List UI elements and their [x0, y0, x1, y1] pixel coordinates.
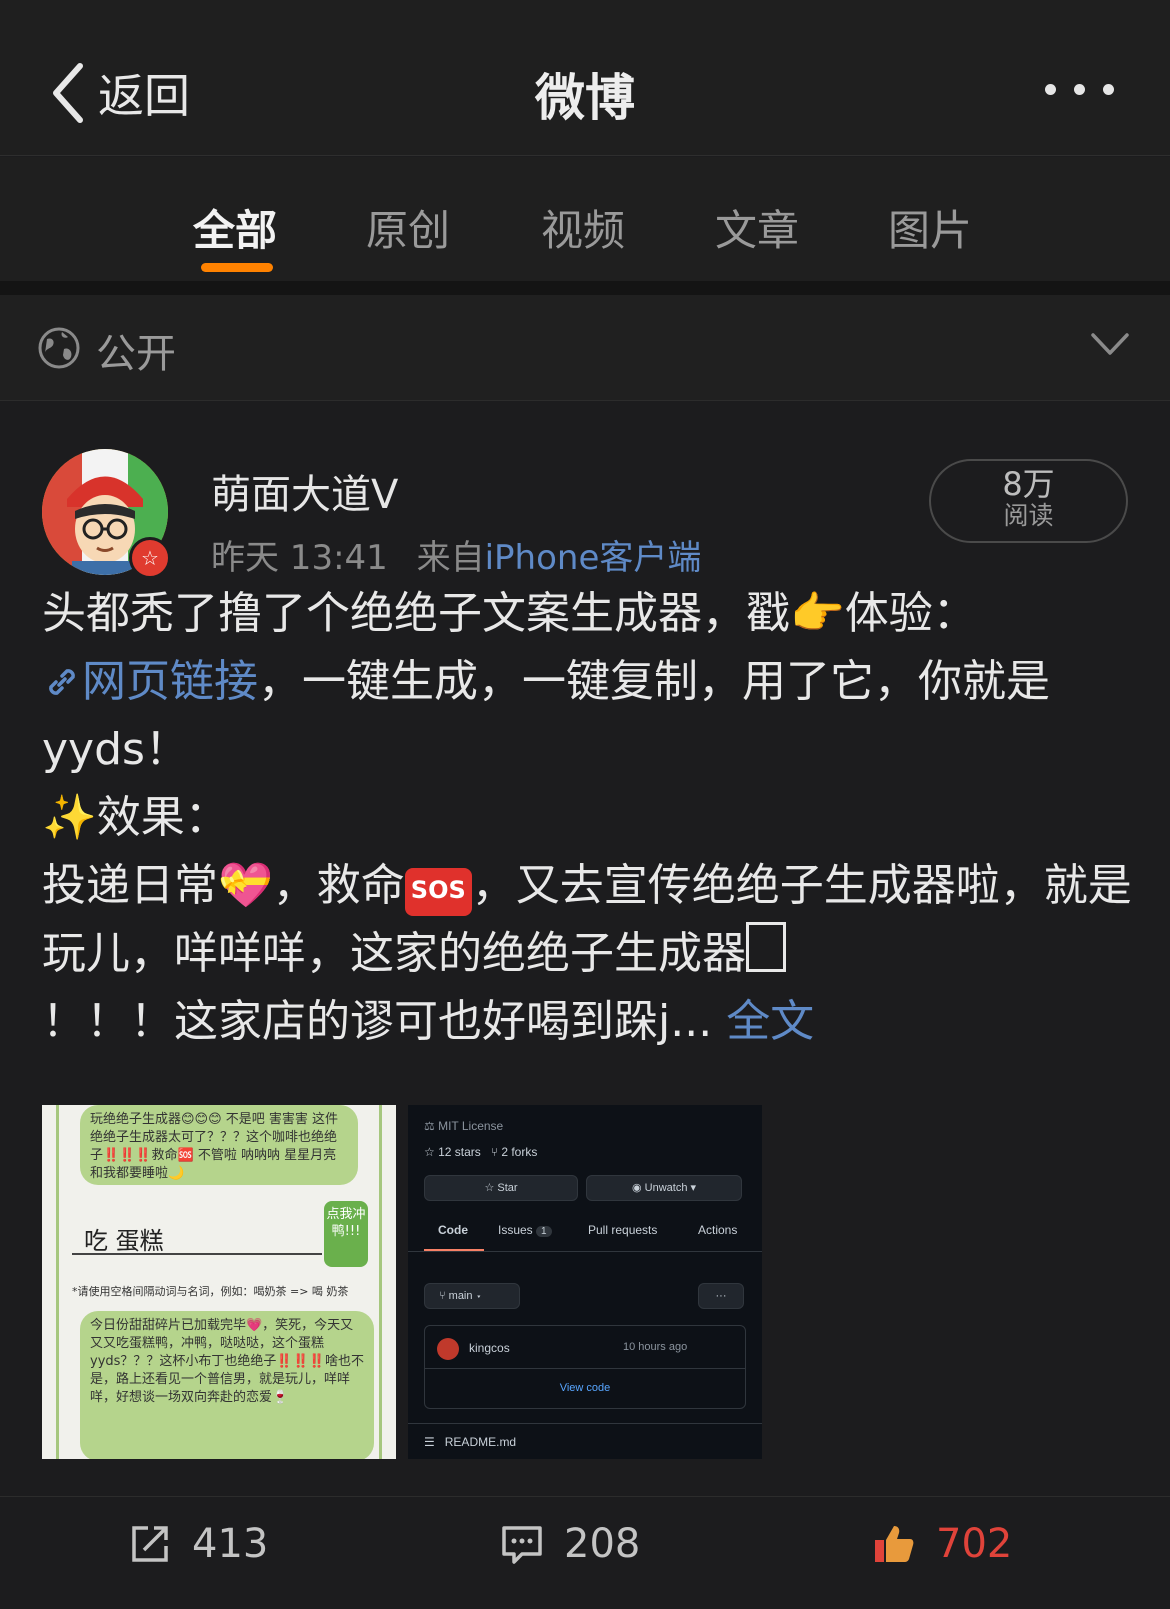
repost-icon: [132, 1526, 168, 1562]
post-image-1[interactable]: 玩绝绝子生成器😊😊😊 不是吧 害害害 这件绝绝子生成器太可了？？？这个咖啡也绝绝…: [42, 1105, 396, 1459]
thumbs-up-icon: [875, 1526, 914, 1562]
gh-tab-pulls: Pull requests: [588, 1223, 658, 1237]
read-count: 8万: [1002, 465, 1055, 503]
gh-tab-actions: Actions: [698, 1223, 738, 1237]
text-line: ！！！这家店的谬可也好喝到跺j...: [42, 996, 713, 1047]
commit-time: 10 hours ago: [623, 1341, 688, 1353]
text-line: 头都秃了撸了个绝绝子文案生成器，戳: [42, 588, 790, 639]
chat-bubble: 玩绝绝子生成器😊😊😊 不是吧 害害害 这件绝绝子生成器太可了？？？这个咖啡也绝绝…: [80, 1105, 358, 1185]
divider: [408, 1251, 762, 1252]
gh-tab-code: Code: [438, 1223, 468, 1237]
post-meta: 昨天 13:41 来自iPhone客户端: [211, 530, 701, 579]
post-actions: 413 208 702: [0, 1496, 1170, 1609]
hint-text: *请使用空格间隔动词与名词，例如：喝奶茶 => 喝 奶茶: [72, 1285, 349, 1298]
text-line: 体验：: [844, 588, 977, 639]
generate-button: 点我冲鸭!!!: [324, 1201, 368, 1267]
tab-video[interactable]: 视频: [541, 197, 625, 258]
read-label: 阅读: [1003, 501, 1054, 530]
more-button: ···: [698, 1283, 744, 1309]
tab-all[interactable]: 全部: [193, 197, 277, 258]
verified-badge: ☆: [129, 537, 171, 579]
sos-emoji: SOS: [404, 868, 472, 916]
visibility-selector[interactable]: 公开: [0, 295, 1170, 401]
comment-count: 208: [564, 1521, 641, 1567]
section-divider: [0, 281, 1170, 295]
active-tab-indicator: [201, 263, 273, 272]
like-count: 702: [936, 1521, 1013, 1567]
navbar: 返回 微博: [0, 0, 1170, 156]
link-icon: [49, 669, 75, 695]
text-line: 效果：: [96, 792, 229, 843]
divider: [408, 1423, 762, 1424]
full-text-link[interactable]: 全文: [726, 996, 814, 1047]
visibility-label: 公开: [96, 331, 176, 377]
tab-images[interactable]: 图片: [888, 197, 972, 258]
chat-bubble: 今日份甜甜碎片已加载完毕💗，笑死，今天又又又吃蛋糕鸭，冲鸭，哒哒哒，这个蛋糕yy…: [80, 1311, 374, 1459]
like-button[interactable]: 702: [872, 1521, 1012, 1567]
web-link[interactable]: 网页链接: [42, 656, 258, 707]
tab-article[interactable]: 文章: [715, 197, 799, 258]
sparkles-emoji: ✨: [42, 792, 97, 843]
comment-icon: [502, 1526, 542, 1564]
globe-icon: [38, 327, 80, 369]
chevron-down-icon: [1091, 333, 1129, 355]
tab-original[interactable]: 原创: [366, 197, 450, 258]
user-name[interactable]: 萌面大道Ⅴ: [211, 462, 398, 520]
comment-button[interactable]: 208: [500, 1521, 640, 1567]
commit-box: kingcos 10 hours ago View code: [424, 1325, 746, 1409]
unwatch-button: ◉ Unwatch ▾: [586, 1175, 742, 1201]
post-text: 头都秃了撸了个绝绝子文案生成器，戳👉体验： 网页链接，一键生成，一键复制，用了它…: [42, 580, 1132, 1056]
committer-name: kingcos: [469, 1341, 510, 1355]
text-line: 投递日常: [42, 860, 218, 911]
license-label: ⚖ MIT License: [424, 1119, 504, 1133]
point-right-emoji: 👉: [790, 588, 845, 639]
heart-gift-emoji: 💝: [218, 860, 273, 911]
view-code-link: View code: [559, 1382, 611, 1394]
repost-button[interactable]: 413: [128, 1521, 268, 1567]
source-prefix: 来自: [416, 538, 485, 578]
keyword-input: 吃 蛋糕: [72, 1213, 322, 1255]
readme-header: ☰ README.md: [424, 1435, 517, 1449]
post-source[interactable]: iPhone客户端: [485, 538, 702, 578]
more-options-icon[interactable]: [1045, 84, 1114, 95]
gh-tab-issues: Issues 1: [498, 1223, 552, 1237]
page-title: 微博: [535, 69, 635, 127]
post-card: ☆ 萌面大道Ⅴ 昨天 13:41 来自iPhone客户端 8万 阅读 头都秃了撸…: [0, 402, 1170, 1609]
repost-count: 413: [192, 1521, 269, 1567]
post-time: 昨天 13:41: [211, 538, 388, 578]
committer-avatar: [437, 1338, 459, 1360]
link-label: 网页链接: [82, 656, 258, 707]
filter-tabs: 全部 原创 视频 文章 图片: [0, 157, 1170, 281]
read-count-badge: 8万 阅读: [929, 459, 1128, 543]
branch-select: ⑂ main ▾: [424, 1283, 520, 1309]
missing-glyph-box: [746, 922, 786, 972]
star-button: ☆ Star: [424, 1175, 578, 1201]
repo-stats: ☆ 12 stars ⑂ 2 forks: [424, 1145, 538, 1159]
post-image-2[interactable]: ⚖ MIT License ☆ 12 stars ⑂ 2 forks ☆ Sta…: [408, 1105, 762, 1459]
text-line: ，救命: [272, 860, 405, 911]
